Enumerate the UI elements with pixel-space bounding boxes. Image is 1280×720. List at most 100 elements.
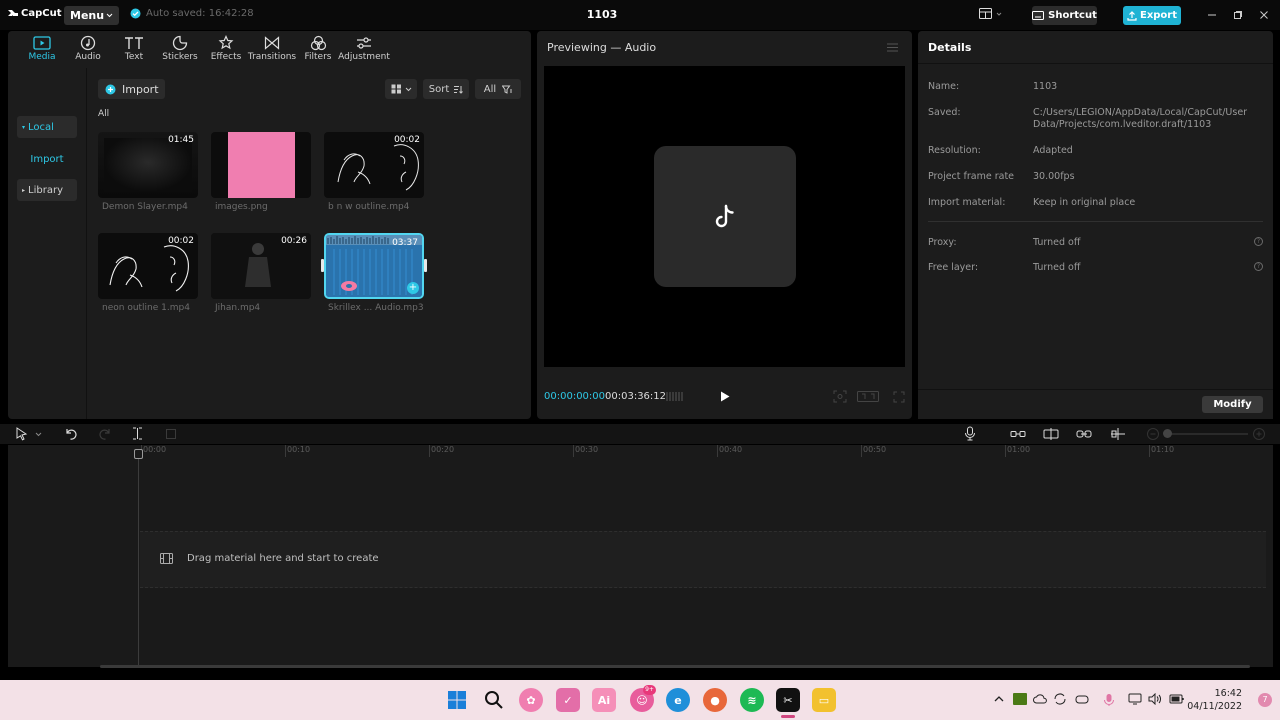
minimize-icon[interactable] [1206, 9, 1218, 21]
shortcut-label: Shortcut [1048, 10, 1097, 21]
chain-link-icon[interactable] [1076, 429, 1092, 439]
zoom-slider-handle[interactable] [1163, 429, 1172, 438]
notification-badge: 9+ [643, 685, 656, 695]
tab-audio[interactable]: Audio [65, 31, 111, 68]
maps-pin-icon[interactable]: ● [703, 688, 727, 712]
menu-button[interactable]: Menu [64, 6, 120, 25]
edge-browser-icon[interactable]: e [666, 688, 690, 712]
maximize-icon[interactable] [1232, 9, 1244, 21]
sidebar-item-local[interactable]: ▾ Local [17, 116, 77, 138]
redo-icon[interactable] [99, 427, 112, 440]
zoom-out-icon[interactable] [1146, 427, 1160, 441]
magnet-icon[interactable] [1043, 427, 1059, 441]
chevron-up-icon[interactable] [993, 693, 1005, 705]
media-item[interactable]: images.png [211, 132, 311, 212]
import-button[interactable]: Import [98, 79, 165, 99]
vectornator-icon[interactable]: ✓ [556, 688, 580, 712]
play-icon[interactable] [719, 390, 731, 403]
zoom-in-icon[interactable] [1252, 427, 1266, 441]
trim-handle-right[interactable] [424, 259, 427, 272]
playhead[interactable] [134, 449, 143, 667]
media-thumbnail[interactable] [211, 132, 311, 198]
system-clock[interactable]: 16:42 04/11/2022 [1187, 687, 1242, 713]
windows-start-icon[interactable] [447, 690, 467, 710]
battery-icon[interactable] [1169, 693, 1185, 705]
undo-icon[interactable] [64, 427, 77, 440]
tab-media[interactable]: Media [19, 31, 65, 68]
media-item[interactable]: 00:02 neon outline 1.mp4 [98, 233, 198, 313]
media-item[interactable]: 01:45 Demon Slayer.mp4 [98, 132, 198, 212]
volume-icon[interactable] [1148, 693, 1162, 705]
horizontal-scrollbar[interactable] [100, 665, 1250, 668]
media-thumbnail[interactable]: 00:02 [98, 233, 198, 299]
link-icon[interactable] [1010, 429, 1026, 439]
illustrator-icon[interactable]: Ai [592, 688, 616, 712]
fullscreen-icon[interactable] [893, 391, 905, 403]
trim-handle-left[interactable] [321, 259, 324, 272]
file-explorer-icon[interactable]: ▭ [812, 688, 836, 712]
preview-axis-icon[interactable] [1110, 428, 1126, 440]
delete-icon[interactable] [165, 427, 177, 440]
search-icon[interactable] [484, 690, 504, 710]
playhead-handle[interactable] [134, 449, 143, 459]
help-icon[interactable]: ? [1254, 237, 1263, 246]
microphone-icon[interactable] [964, 426, 976, 441]
chevron-down-icon [405, 87, 411, 91]
split-icon[interactable] [132, 427, 143, 440]
detail-label: Proxy: [928, 237, 957, 248]
tab-text[interactable]: Text [111, 31, 157, 68]
preview-title: Previewing — Audio [547, 41, 657, 54]
sidebar-item-import[interactable]: Import [17, 148, 77, 170]
zoom-slider[interactable] [1166, 433, 1248, 435]
tab-transitions[interactable]: Transitions [248, 31, 296, 68]
microphone-icon[interactable] [1103, 693, 1115, 707]
tab-effects[interactable]: Effects [203, 31, 249, 68]
focus-icon[interactable] [833, 390, 847, 403]
view-mode-button[interactable] [385, 79, 417, 99]
media-thumbnail[interactable]: 01:45 [98, 132, 198, 198]
sidebar-item-library[interactable]: ▸ Library [17, 179, 77, 201]
media-thumbnail[interactable]: 00:26 [211, 233, 311, 299]
capcut-taskbar-icon[interactable]: ✂ [776, 688, 800, 712]
timeline[interactable]: 00:00 00:10 00:20 00:30 00:40 00:50 01:0… [8, 445, 1273, 668]
tab-adjustment[interactable]: Adjustment [338, 31, 390, 68]
game-controller-icon[interactable] [1075, 693, 1089, 705]
sync-icon[interactable] [1053, 693, 1067, 705]
select-cursor-icon[interactable] [15, 427, 29, 441]
media-duration: 00:02 [168, 236, 194, 246]
help-icon[interactable]: ? [1254, 262, 1263, 271]
chevron-down-icon[interactable] [35, 432, 42, 437]
spotify-icon[interactable]: ≋ [740, 688, 764, 712]
media-thumbnail[interactable]: 03:37 + [324, 233, 424, 299]
media-name: Demon Slayer.mp4 [102, 202, 188, 212]
text-icon [125, 37, 143, 49]
media-name: Jihan.mp4 [215, 303, 261, 313]
tab-stickers[interactable]: Stickers [157, 31, 203, 68]
shortcut-button[interactable]: Shortcut [1032, 6, 1097, 25]
export-button[interactable]: Export [1123, 6, 1181, 25]
sort-button[interactable]: Sort [423, 79, 469, 99]
layout-button[interactable] [979, 8, 1002, 19]
display-icon[interactable] [1128, 693, 1142, 705]
flower-app-icon[interactable]: ✿ [519, 688, 543, 712]
close-icon[interactable] [1258, 9, 1270, 21]
app-name: CapCut [21, 8, 62, 19]
tab-filters[interactable]: Filters [295, 31, 341, 68]
add-to-timeline-icon[interactable]: + [407, 282, 419, 294]
aspect-ratio-icon[interactable] [857, 391, 879, 402]
media-item[interactable]: 00:26 Jihan.mp4 [211, 233, 311, 313]
nvidia-icon[interactable] [1013, 693, 1027, 705]
cloud-icon[interactable] [1033, 693, 1047, 705]
modify-button[interactable]: Modify [1202, 396, 1263, 413]
notification-icon[interactable]: 7 [1258, 693, 1272, 707]
filter-button[interactable]: All [475, 79, 521, 99]
time-ruler-tick: 00:20 [429, 445, 454, 457]
timeline-grid-icon[interactable] [666, 391, 684, 402]
media-item-selected[interactable]: 03:37 + Skrillex ... Audio.mp3 [321, 233, 427, 313]
main-track-dropzone[interactable]: Drag material here and start to create [140, 531, 1266, 588]
media-item[interactable]: 00:02 b n w outline.mp4 [324, 132, 424, 212]
media-thumbnail[interactable]: 00:02 [324, 132, 424, 198]
tab-text-label: Text [124, 52, 144, 62]
hamburger-menu-icon[interactable] [887, 43, 898, 52]
time-ruler-tick: 00:30 [573, 445, 598, 457]
